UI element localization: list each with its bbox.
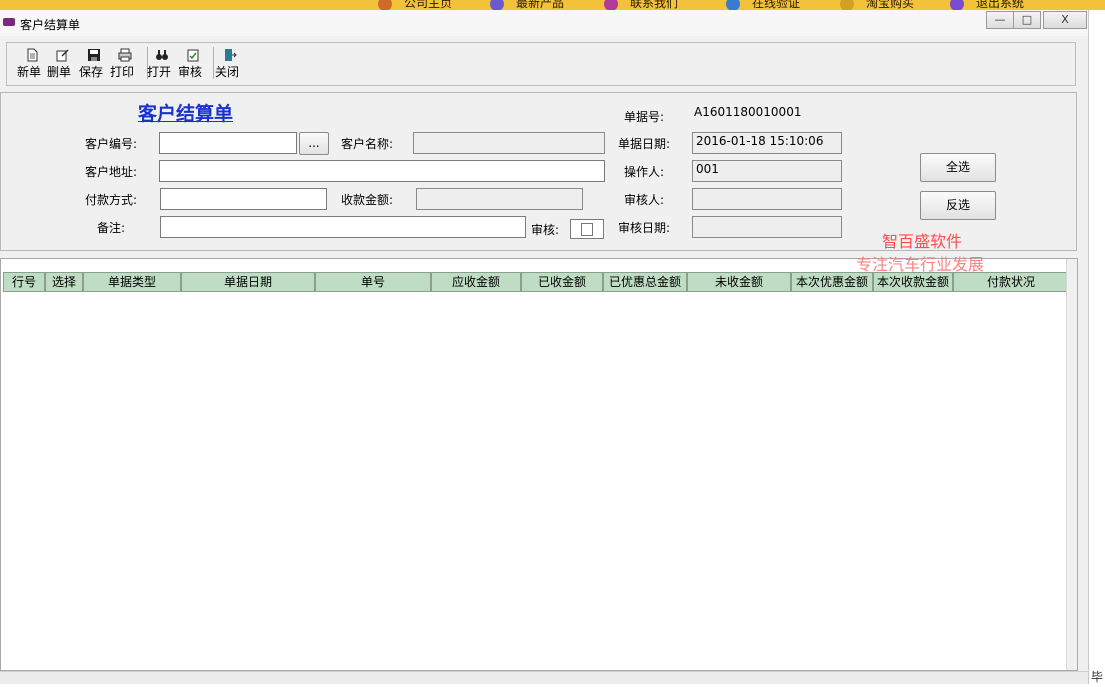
- grid-column-header[interactable]: 行号: [3, 272, 45, 292]
- toolbar-separator: [213, 47, 214, 79]
- corner-text: 毕: [1091, 670, 1104, 684]
- watermark-slogan: 专注汽车行业发展: [856, 255, 985, 274]
- doc-no-value: A1601180010001: [694, 105, 802, 119]
- grid-column-header[interactable]: 付款状况: [953, 272, 1069, 292]
- maximize-button[interactable]: □: [1013, 11, 1041, 29]
- cart-icon: [840, 0, 854, 10]
- grid-column-header[interactable]: 应收金额: [431, 272, 521, 292]
- form-title: 客户结算单: [138, 103, 234, 125]
- app-car-icon: [3, 18, 15, 26]
- menu-contact[interactable]: 联系我们: [604, 0, 678, 10]
- remark-label: 备注:: [97, 221, 126, 235]
- grid-column-header[interactable]: 单据类型: [83, 272, 181, 292]
- delete-order-button[interactable]: 删单: [47, 45, 77, 79]
- grid-column-header[interactable]: 选择: [45, 272, 83, 292]
- customer-code-label: 客户编号:: [85, 137, 138, 151]
- payment-method-label: 付款方式:: [85, 193, 138, 207]
- open-button[interactable]: 打开: [147, 45, 177, 79]
- grid-column-header[interactable]: 本次收款金额: [873, 272, 953, 292]
- grid-column-header[interactable]: 单据日期: [181, 272, 315, 292]
- doc-date-label: 单据日期:: [618, 137, 671, 151]
- menu-products[interactable]: 最新产品: [490, 0, 564, 10]
- doc-date-field: 2016-01-18 15:10:06: [692, 132, 842, 154]
- grid-column-header[interactable]: 本次优惠金额: [791, 272, 873, 292]
- edit-document-icon: [56, 49, 69, 62]
- customer-address-label: 客户地址:: [85, 165, 138, 179]
- customer-address-input[interactable]: [159, 160, 605, 182]
- grid-column-header[interactable]: 已收金额: [521, 272, 603, 292]
- minimize-button[interactable]: —: [986, 11, 1014, 29]
- customer-code-input[interactable]: [159, 132, 297, 154]
- settlement-window: 客户结算单 — □ X 新单 删单 保存 打印 打开 审核 关闭 客户结算单 客…: [0, 10, 1089, 684]
- close-window-button[interactable]: X: [1043, 11, 1087, 29]
- product-icon: [490, 0, 504, 10]
- parent-app-menubar: 公司主页 最新产品 联系我们 在线验证 淘宝购买 退出系统: [0, 0, 1105, 10]
- binoculars-icon: [156, 50, 168, 60]
- audit-button[interactable]: 审核: [178, 45, 208, 79]
- operator-field: 001: [692, 160, 842, 182]
- menu-buy[interactable]: 淘宝购买: [840, 0, 914, 10]
- watermark-company: 智百盛软件: [882, 232, 963, 251]
- printer-icon: [118, 48, 132, 62]
- customer-name-label: 客户名称:: [341, 137, 394, 151]
- audit-label: 审核:: [531, 223, 560, 237]
- grid-column-header[interactable]: 未收金额: [687, 272, 791, 292]
- browse-customer-button[interactable]: ...: [299, 132, 329, 155]
- exit-icon: [950, 0, 964, 10]
- auditor-label: 审核人:: [624, 193, 665, 207]
- home-icon: [378, 0, 392, 10]
- select-all-button[interactable]: 全选: [920, 153, 996, 182]
- receive-amount-field: [416, 188, 583, 210]
- menu-verify[interactable]: 在线验证: [726, 0, 800, 10]
- data-grid[interactable]: 行号 选择 单据类型 单据日期 单号 应收金额 已收金额 已优惠总金额 未收金额 本次优惠金额 本次…: [0, 258, 1078, 671]
- audit-checkbox[interactable]: [570, 219, 604, 239]
- doc-no-label: 单据号:: [624, 110, 665, 124]
- print-button[interactable]: 打印: [110, 45, 140, 79]
- customer-name-field: [413, 132, 605, 154]
- verify-icon: [726, 0, 740, 10]
- grid-vertical-scrollbar[interactable]: [1066, 259, 1077, 670]
- new-document-icon: [27, 48, 38, 62]
- menu-exit[interactable]: 退出系统: [950, 0, 1024, 10]
- audit-date-label: 审核日期:: [618, 221, 671, 235]
- window-titlebar[interactable]: 客户结算单 — □ X: [0, 10, 1088, 36]
- menu-home[interactable]: 公司主页: [378, 0, 452, 10]
- save-button[interactable]: 保存: [79, 45, 109, 79]
- exit-door-icon: [225, 49, 237, 61]
- toolbar: 新单 删单 保存 打印 打开 审核 关闭: [6, 42, 1076, 86]
- audit-date-field: [692, 216, 842, 238]
- payment-method-input[interactable]: [160, 188, 327, 210]
- contact-icon: [604, 0, 618, 10]
- clipboard-check-icon: [187, 49, 199, 62]
- grid-column-header[interactable]: 已优惠总金额: [603, 272, 687, 292]
- save-disk-icon: [88, 49, 100, 61]
- auditor-field: [692, 188, 842, 210]
- operator-label: 操作人:: [624, 165, 665, 179]
- grid-column-header[interactable]: 单号: [315, 272, 431, 292]
- grid-header: 行号 选择 单据类型 单据日期 单号 应收金额 已收金额 已优惠总金额 未收金额 本次优惠金额 本次…: [3, 272, 1069, 292]
- invert-selection-button[interactable]: 反选: [920, 191, 996, 220]
- close-button[interactable]: 关闭: [215, 45, 245, 79]
- remark-input[interactable]: [160, 216, 526, 238]
- horizontal-scrollbar[interactable]: [0, 671, 1088, 684]
- checkbox-box: [581, 223, 593, 236]
- new-order-button[interactable]: 新单: [17, 45, 47, 79]
- receive-amount-label: 收款金额:: [341, 193, 394, 207]
- window-title: 客户结算单: [20, 18, 81, 32]
